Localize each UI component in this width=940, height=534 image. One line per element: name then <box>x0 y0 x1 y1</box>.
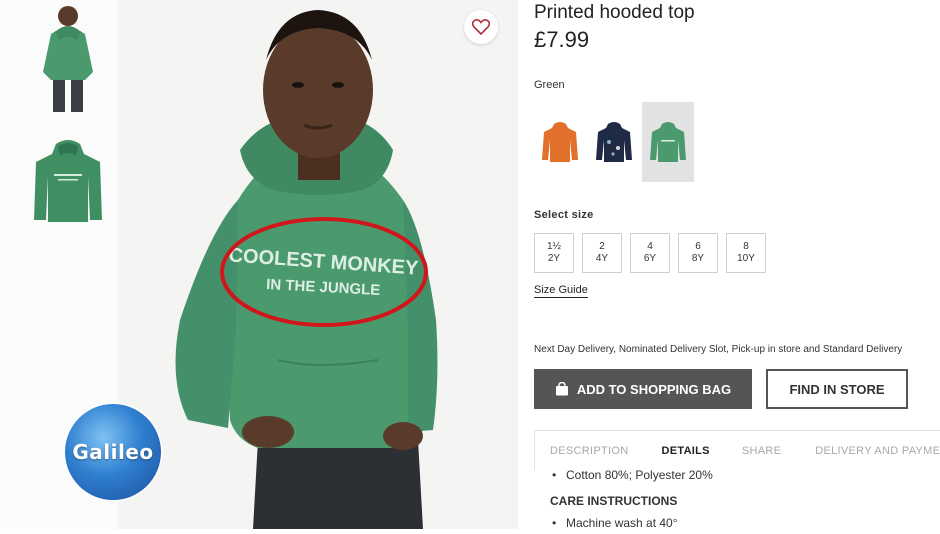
thumbnail-model[interactable] <box>28 2 108 114</box>
composition-item: Cotton 80%; Polyester 20% <box>550 468 713 486</box>
find-in-store-label: FIND IN STORE <box>789 381 885 397</box>
add-to-bag-label: ADD TO SHOPPING BAG <box>576 381 732 397</box>
size-option[interactable]: 2 4Y <box>582 233 622 273</box>
color-label: Green <box>534 79 565 91</box>
product-panel: Printed hooded top £7.99 Green Select si… <box>518 0 940 530</box>
tab-delivery-payment[interactable]: DELIVERY AND PAYMENT <box>781 445 940 457</box>
size-option[interactable]: 1½ 2Y <box>534 233 574 273</box>
thumbnail-flat[interactable] <box>28 132 108 228</box>
size-guide-link[interactable]: Size Guide <box>534 284 588 298</box>
details-content: Cotton 80%; Polyester 20% CARE INSTRUCTI… <box>550 468 713 534</box>
tab-description[interactable]: DESCRIPTION <box>535 445 628 457</box>
find-in-store-button[interactable]: FIND IN STORE <box>766 369 908 409</box>
size-options: 1½ 2Y 2 4Y 4 6Y 6 8Y 8 10Y <box>534 233 766 273</box>
hoodie-green-icon <box>650 122 686 162</box>
add-to-bag-button[interactable]: ADD TO SHOPPING BAG <box>534 369 752 409</box>
thumbnail-flat-image <box>34 140 102 222</box>
care-heading: CARE INSTRUCTIONS <box>550 494 678 508</box>
tab-details[interactable]: DETAILS <box>628 445 709 457</box>
galileo-logo-text: Galileo <box>72 440 154 464</box>
delivery-info: Next Day Delivery, Nominated Delivery Sl… <box>534 344 903 355</box>
care-item: Machine wash at 40° <box>550 516 713 534</box>
size-option[interactable]: 6 8Y <box>678 233 718 273</box>
hoodie-orange-icon <box>542 122 578 162</box>
color-swatch-navy[interactable] <box>588 102 640 182</box>
wishlist-button[interactable] <box>464 10 498 44</box>
size-option[interactable]: 8 10Y <box>726 233 766 273</box>
thumbnail-model-image <box>43 6 93 112</box>
galileo-logo: Galileo <box>65 404 161 500</box>
color-swatch-green[interactable] <box>642 102 694 182</box>
product-price: £7.99 <box>534 27 590 52</box>
info-tabs: DESCRIPTION DETAILS SHARE DELIVERY AND P… <box>534 430 940 470</box>
model-illustration: COOLEST MONKEY IN THE JUNGLE <box>118 0 518 529</box>
tab-share[interactable]: SHARE <box>710 445 781 457</box>
color-swatch-orange[interactable] <box>534 102 586 182</box>
size-option[interactable]: 4 6Y <box>630 233 670 273</box>
select-size-label: Select size <box>534 209 594 221</box>
heart-icon <box>472 19 490 35</box>
main-product-image: COOLEST MONKEY IN THE JUNGLE <box>118 0 518 529</box>
hoodie-navy-icon <box>596 122 632 162</box>
product-title: Printed hooded top <box>534 2 695 23</box>
shopping-bag-icon <box>555 382 568 396</box>
